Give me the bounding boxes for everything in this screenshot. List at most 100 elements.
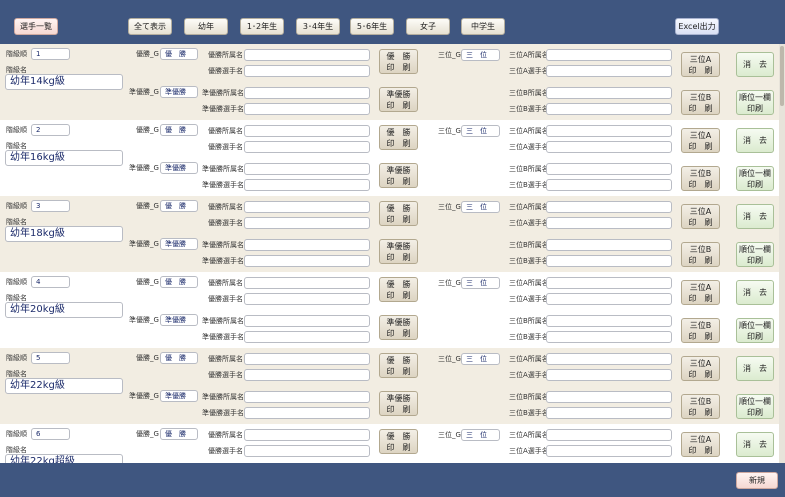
runnerup-player-input[interactable] [244, 331, 370, 343]
runnerup-print-button[interactable]: 準優勝 印 刷 [379, 315, 418, 340]
winner-group-input[interactable]: 優 勝 [160, 352, 198, 364]
filter-youth-button[interactable]: 幼年 [184, 18, 228, 35]
third-a-player-input[interactable] [546, 369, 672, 381]
runnerup-player-input[interactable] [244, 255, 370, 267]
rank-list-print-button[interactable]: 順位一欄 印刷 [736, 394, 774, 419]
winner-player-input[interactable] [244, 217, 370, 229]
winner-affiliation-input[interactable] [244, 201, 370, 213]
third-group-input[interactable]: 三 位 [461, 125, 500, 137]
clear-button[interactable]: 消 去 [736, 356, 774, 381]
clear-button[interactable]: 消 去 [736, 432, 774, 457]
third-a-affiliation-input[interactable] [546, 125, 672, 137]
third-b-print-button[interactable]: 三位B 印 刷 [681, 166, 720, 191]
third-a-affiliation-input[interactable] [546, 353, 672, 365]
third-a-print-button[interactable]: 三位A 印 刷 [681, 204, 720, 229]
third-a-player-input[interactable] [546, 293, 672, 305]
third-group-input[interactable]: 三 位 [461, 49, 500, 61]
runnerup-print-button[interactable]: 準優勝 印 刷 [379, 391, 418, 416]
winner-group-input[interactable]: 優 勝 [160, 276, 198, 288]
class-no-input[interactable]: 5 [31, 352, 70, 364]
winner-group-input[interactable]: 優 勝 [160, 48, 198, 60]
vertical-scrollbar[interactable] [779, 44, 785, 463]
runnerup-affiliation-input[interactable] [244, 87, 370, 99]
runnerup-player-input[interactable] [244, 407, 370, 419]
class-name-input[interactable]: 幼年16kg級 [5, 150, 123, 166]
winner-print-button[interactable]: 優 勝 印 刷 [379, 429, 418, 454]
winner-player-input[interactable] [244, 141, 370, 153]
runnerup-affiliation-input[interactable] [244, 315, 370, 327]
winner-print-button[interactable]: 優 勝 印 刷 [379, 353, 418, 378]
class-name-input[interactable]: 幼年18kg級 [5, 226, 123, 242]
third-b-player-input[interactable] [546, 103, 672, 115]
third-b-print-button[interactable]: 三位B 印 刷 [681, 242, 720, 267]
filter-grade12-button[interactable]: 1･2年生 [240, 18, 284, 35]
third-a-print-button[interactable]: 三位A 印 刷 [681, 52, 720, 77]
winner-print-button[interactable]: 優 勝 印 刷 [379, 125, 418, 150]
winner-group-input[interactable]: 優 勝 [160, 428, 198, 440]
third-group-input[interactable]: 三 位 [461, 429, 500, 441]
rank-list-print-button[interactable]: 順位一欄 印刷 [736, 318, 774, 343]
winner-affiliation-input[interactable] [244, 49, 370, 61]
clear-button[interactable]: 消 去 [736, 128, 774, 153]
excel-export-button[interactable]: Excel出力 [675, 18, 719, 35]
class-no-input[interactable]: 4 [31, 276, 70, 288]
winner-affiliation-input[interactable] [244, 429, 370, 441]
class-name-input[interactable]: 幼年20kg級 [5, 302, 123, 318]
third-b-print-button[interactable]: 三位B 印 刷 [681, 90, 720, 115]
winner-print-button[interactable]: 優 勝 印 刷 [379, 201, 418, 226]
runnerup-affiliation-input[interactable] [244, 391, 370, 403]
class-name-input[interactable]: 幼年22kg級 [5, 378, 123, 394]
third-a-print-button[interactable]: 三位A 印 刷 [681, 280, 720, 305]
third-b-affiliation-input[interactable] [546, 163, 672, 175]
third-group-input[interactable]: 三 位 [461, 201, 500, 213]
runnerup-player-input[interactable] [244, 179, 370, 191]
winner-player-input[interactable] [244, 369, 370, 381]
third-a-affiliation-input[interactable] [546, 201, 672, 213]
winner-player-input[interactable] [244, 293, 370, 305]
runnerup-group-input[interactable]: 準優勝 [160, 86, 198, 98]
new-button[interactable]: 新規 [736, 472, 778, 489]
third-b-affiliation-input[interactable] [546, 315, 672, 327]
third-b-affiliation-input[interactable] [546, 391, 672, 403]
class-name-input[interactable]: 幼年22kg超級 [5, 454, 123, 463]
third-a-print-button[interactable]: 三位A 印 刷 [681, 432, 720, 457]
third-b-affiliation-input[interactable] [546, 239, 672, 251]
winner-print-button[interactable]: 優 勝 印 刷 [379, 277, 418, 302]
third-a-print-button[interactable]: 三位A 印 刷 [681, 356, 720, 381]
player-list-button[interactable]: 選手一覧 [14, 18, 58, 35]
winner-print-button[interactable]: 優 勝 印 刷 [379, 49, 418, 74]
third-group-input[interactable]: 三 位 [461, 353, 500, 365]
runnerup-print-button[interactable]: 準優勝 印 刷 [379, 163, 418, 188]
winner-group-input[interactable]: 優 勝 [160, 200, 198, 212]
filter-junior-high-button[interactable]: 中学生 [461, 18, 505, 35]
third-a-player-input[interactable] [546, 217, 672, 229]
third-b-print-button[interactable]: 三位B 印 刷 [681, 318, 720, 343]
filter-all-button[interactable]: 全て表示 [128, 18, 172, 35]
filter-grade56-button[interactable]: 5･6年生 [350, 18, 394, 35]
filter-grade34-button[interactable]: 3･4年生 [296, 18, 340, 35]
third-b-print-button[interactable]: 三位B 印 刷 [681, 394, 720, 419]
runnerup-group-input[interactable]: 準優勝 [160, 238, 198, 250]
runnerup-print-button[interactable]: 準優勝 印 刷 [379, 239, 418, 264]
winner-affiliation-input[interactable] [244, 353, 370, 365]
runnerup-affiliation-input[interactable] [244, 163, 370, 175]
winner-group-input[interactable]: 優 勝 [160, 124, 198, 136]
runnerup-player-input[interactable] [244, 103, 370, 115]
scrollbar-thumb[interactable] [780, 46, 784, 106]
class-no-input[interactable]: 3 [31, 200, 70, 212]
clear-button[interactable]: 消 去 [736, 204, 774, 229]
third-b-player-input[interactable] [546, 331, 672, 343]
third-b-player-input[interactable] [546, 407, 672, 419]
third-b-player-input[interactable] [546, 179, 672, 191]
third-a-player-input[interactable] [546, 141, 672, 153]
runnerup-print-button[interactable]: 準優勝 印 刷 [379, 87, 418, 112]
rank-list-print-button[interactable]: 順位一欄 印刷 [736, 90, 774, 115]
third-group-input[interactable]: 三 位 [461, 277, 500, 289]
third-a-player-input[interactable] [546, 65, 672, 77]
class-no-input[interactable]: 1 [31, 48, 70, 60]
winner-affiliation-input[interactable] [244, 125, 370, 137]
clear-button[interactable]: 消 去 [736, 52, 774, 77]
class-no-input[interactable]: 6 [31, 428, 70, 440]
rank-list-print-button[interactable]: 順位一欄 印刷 [736, 242, 774, 267]
class-no-input[interactable]: 2 [31, 124, 70, 136]
